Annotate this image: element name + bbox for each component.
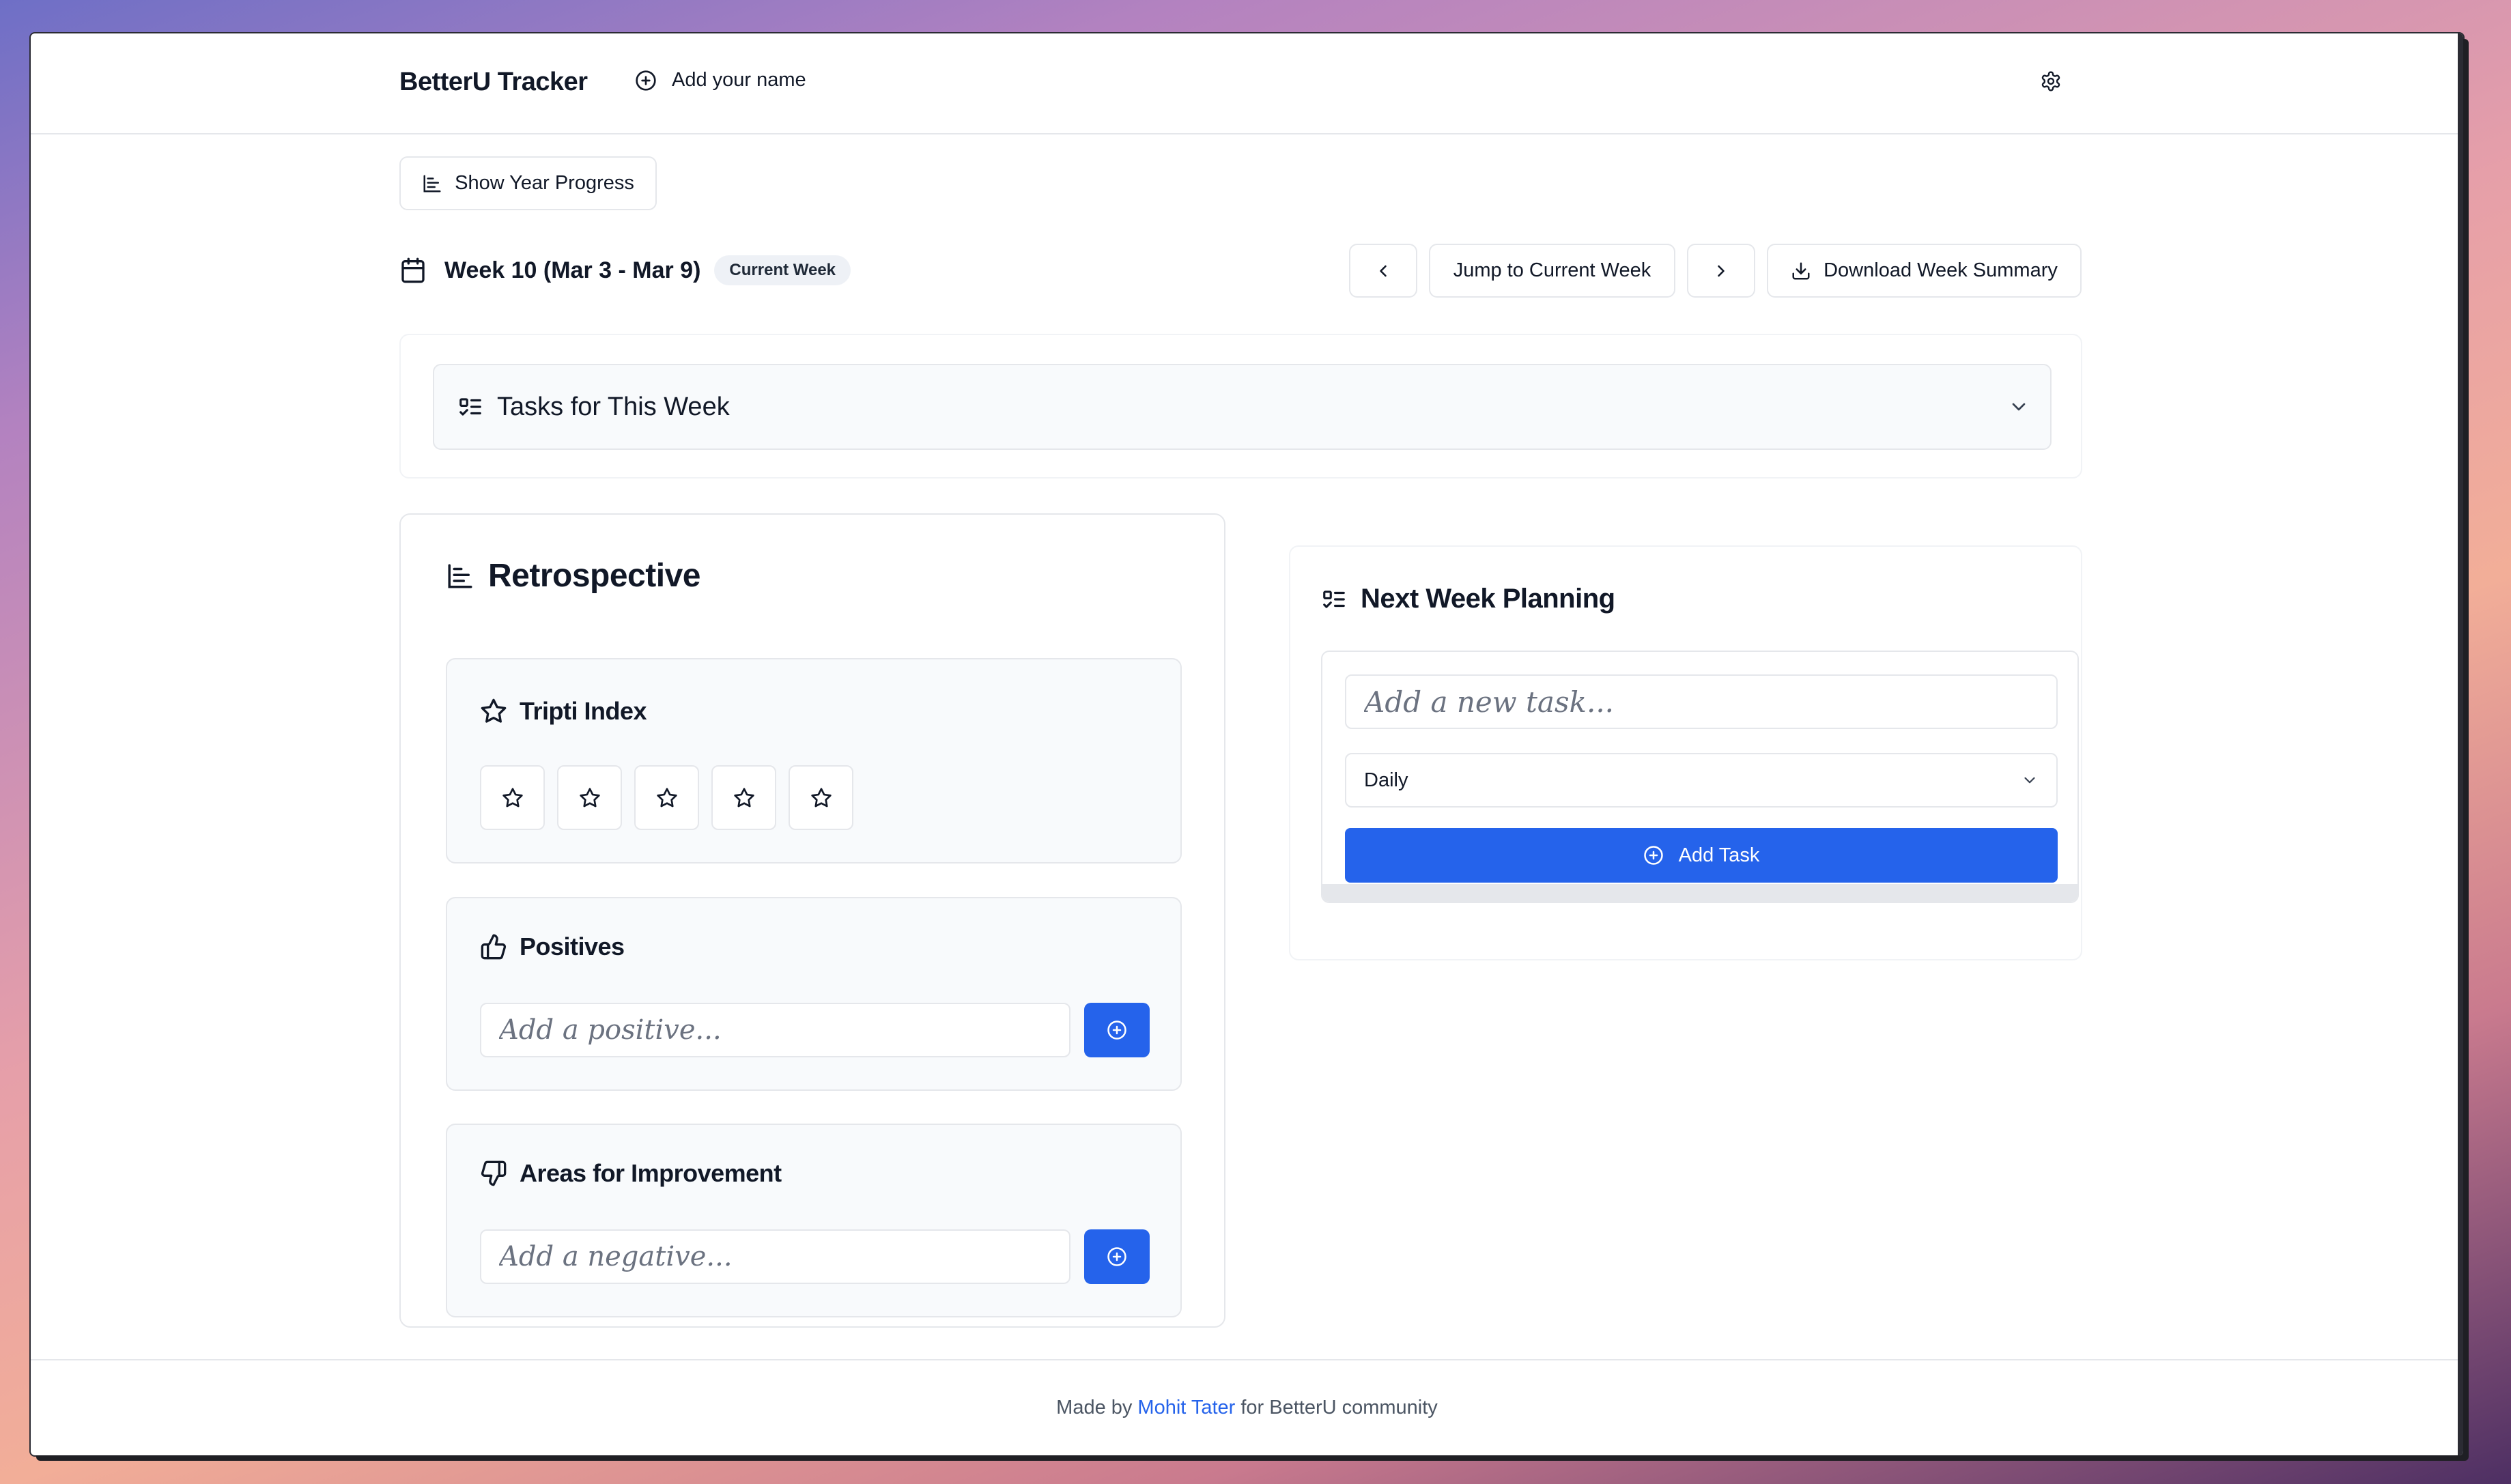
positive-input[interactable] (480, 1003, 1070, 1057)
footer-prefix: Made by (1056, 1397, 1133, 1418)
week-title: Week 10 (Mar 3 - Mar 9) (444, 257, 701, 283)
plus-circle-icon (1107, 1246, 1127, 1267)
calendar-icon (399, 257, 427, 284)
top-navbar: BetterU Tracker Add your name (31, 33, 2463, 134)
star-rating-1[interactable] (480, 765, 545, 830)
thumbs-down-icon (480, 1160, 507, 1187)
chevron-down-icon[interactable] (2008, 396, 2030, 418)
tripti-index-card: Tripti Index (446, 658, 1182, 864)
improvement-card: Areas for Improvement (446, 1124, 1182, 1317)
new-task-form: Daily Add Task (1321, 651, 2079, 903)
star-icon (810, 787, 832, 809)
add-task-button[interactable]: Add Task (1345, 828, 2058, 883)
tasks-title: Tasks for This Week (497, 392, 730, 421)
chevron-left-icon (1374, 261, 1393, 281)
add-name-label: Add your name (672, 69, 806, 91)
bar-chart-icon (446, 562, 474, 590)
show-year-progress-button[interactable]: Show Year Progress (399, 156, 657, 210)
next-week-button[interactable] (1687, 244, 1755, 298)
positives-card: Positives (446, 897, 1182, 1091)
negative-input[interactable] (480, 1229, 1070, 1284)
author-link[interactable]: Mohit Tater (1137, 1397, 1235, 1419)
checklist-icon (457, 394, 483, 420)
week-header: Week 10 (Mar 3 - Mar 9) Current Week (399, 255, 851, 285)
star-icon (502, 787, 524, 809)
frequency-select[interactable]: Daily (1345, 753, 2058, 808)
chevron-down-icon (2021, 771, 2039, 789)
page-footer: Made by Mohit Tater for BetterU communit… (31, 1359, 2463, 1455)
star-rating-2[interactable] (557, 765, 622, 830)
gear-icon[interactable] (2040, 70, 2066, 96)
jump-to-current-week-button[interactable]: Jump to Current Week (1429, 244, 1675, 298)
jump-label: Jump to Current Week (1453, 259, 1651, 281)
retrospective-heading: Retrospective (446, 557, 700, 595)
star-icon (480, 698, 507, 725)
chevron-right-icon (1712, 261, 1731, 281)
new-task-input[interactable] (1345, 674, 2058, 729)
positives-heading: Positives (480, 932, 625, 961)
add-name-button[interactable]: Add your name (635, 69, 806, 91)
star-rating (480, 765, 853, 830)
star-rating-4[interactable] (711, 765, 776, 830)
add-negative-button[interactable] (1084, 1229, 1150, 1284)
download-label: Download Week Summary (1824, 259, 2058, 281)
plus-circle-icon (635, 70, 657, 91)
star-rating-3[interactable] (634, 765, 699, 830)
improvement-heading: Areas for Improvement (480, 1159, 782, 1188)
footer-suffix: for BetterU community (1240, 1397, 1438, 1418)
add-positive-button[interactable] (1084, 1003, 1150, 1057)
frequency-value: Daily (1364, 769, 1408, 791)
current-week-badge: Current Week (714, 255, 851, 285)
bar-chart-icon (422, 173, 442, 194)
star-icon (656, 787, 678, 809)
tripti-heading: Tripti Index (480, 697, 647, 726)
planning-heading: Next Week Planning (1321, 584, 1615, 614)
previous-week-button[interactable] (1349, 244, 1417, 298)
planning-title: Next Week Planning (1361, 584, 1615, 614)
star-icon (733, 787, 755, 809)
download-icon (1791, 261, 1811, 281)
add-task-label: Add Task (1678, 844, 1760, 866)
retrospective-card: Retrospective Tripti Index Positives Add… (399, 513, 1225, 1328)
app-window: BetterU Tracker Add your name Show Year … (31, 33, 2463, 1455)
checklist-icon (1321, 586, 1347, 612)
plus-circle-icon (1107, 1020, 1127, 1040)
star-rating-5[interactable] (789, 765, 853, 830)
plus-circle-icon (1643, 845, 1664, 866)
tripti-title: Tripti Index (520, 697, 647, 725)
tasks-accordion-header[interactable]: Tasks for This Week (433, 364, 2052, 450)
improvement-title: Areas for Improvement (520, 1159, 782, 1187)
tasks-card: Tasks for This Week (399, 334, 2082, 479)
app-brand: BetterU Tracker (399, 68, 588, 96)
positives-title: Positives (520, 932, 625, 960)
year-progress-label: Show Year Progress (455, 172, 634, 194)
form-footer-strip (1322, 884, 2077, 902)
download-week-summary-button[interactable]: Download Week Summary (1767, 244, 2082, 298)
star-icon (579, 787, 601, 809)
thumbs-up-icon (480, 933, 507, 960)
retrospective-title: Retrospective (488, 558, 700, 594)
window-edge (2458, 33, 2463, 1455)
next-week-planning-card: Next Week Planning Daily Add Task (1289, 545, 2082, 960)
